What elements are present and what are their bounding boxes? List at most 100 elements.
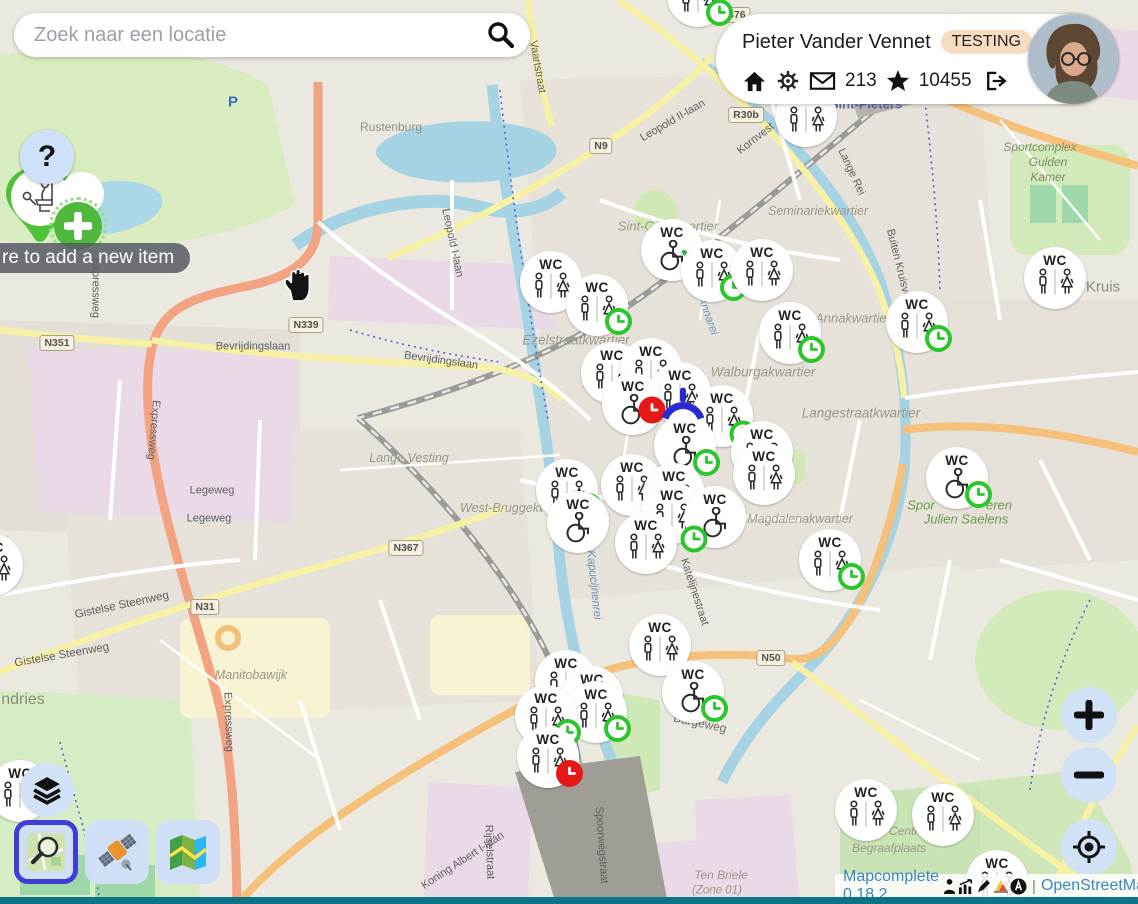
opening-hours-badge (604, 715, 631, 742)
marker-label: WC (620, 461, 644, 475)
hand-cursor-icon (281, 266, 313, 307)
chart-icon[interactable] (958, 878, 975, 895)
marker-label: WC (668, 369, 692, 383)
map-marker-toilet-wheelchair[interactable]: WC (926, 447, 988, 509)
map-marker-toilet[interactable]: WC (733, 443, 795, 505)
marker-label: WC (700, 247, 724, 261)
map-marker-toilet[interactable]: WC (886, 291, 948, 353)
plus-zoom-icon (1074, 700, 1104, 730)
mail-icon[interactable] (809, 70, 836, 92)
marker-label: WC (648, 621, 672, 635)
map-marker-toilet-wheelchair[interactable]: WC (662, 661, 724, 723)
marker-label: WC (554, 657, 578, 671)
clock-hands-icon (611, 314, 626, 329)
marker-label: WC (703, 493, 727, 507)
minus-zoom-icon (1074, 760, 1104, 790)
user-panel[interactable]: Pieter Vander Vennet TESTING 213 (716, 14, 1118, 104)
marker-label: WC (660, 489, 684, 503)
opening-hours-badge (605, 308, 632, 335)
logout-icon[interactable] (981, 68, 1008, 94)
user-stats-icon[interactable] (942, 878, 957, 895)
map-marker-toilet[interactable]: WC (517, 726, 579, 788)
openstreetmap-link[interactable]: OpenStreetMap (1041, 877, 1138, 895)
layers-button[interactable] (20, 763, 74, 817)
marker-label: WC (584, 688, 608, 702)
map-marker-toilet[interactable]: WC (667, 0, 729, 27)
style-satellite-button[interactable] (85, 820, 149, 884)
map-marker-toilet-wheelchair[interactable]: WC (547, 491, 609, 553)
map-marker-toilet[interactable]: WC (1024, 247, 1086, 309)
marker-label: WC (536, 733, 560, 747)
style-osm-button[interactable] (14, 820, 78, 884)
search-input[interactable] (32, 23, 486, 48)
map-markers-layer: WC WCWC WC WCWCWC WCWC WC WCWCWCWC WCWC … (0, 0, 1138, 904)
marker-label: WC (905, 298, 929, 312)
opening-hours-badge (681, 526, 708, 553)
marker-label: WC (534, 692, 558, 706)
folded-map-icon (166, 832, 210, 872)
add-item-tooltip: re to add a new item (0, 243, 190, 273)
pencil-icon[interactable] (976, 878, 992, 894)
map-marker-toilet[interactable]: WC (835, 779, 897, 841)
map-marker-toilet[interactable]: WC (0, 534, 23, 596)
marker-label: WC (945, 454, 969, 468)
clock-hands-icon (804, 342, 819, 357)
style-paper-map-button[interactable] (156, 820, 220, 884)
marker-label: WC (750, 428, 774, 442)
crosshair-icon (1072, 830, 1106, 864)
clock-hands-icon (687, 532, 702, 547)
marker-label: WC (621, 380, 645, 394)
map-marker-toilet[interactable]: WC (799, 529, 861, 591)
clock-hands-icon (707, 701, 722, 716)
opening-hours-badge (701, 695, 728, 722)
clock-hands-icon (645, 403, 660, 418)
search-icon[interactable] (486, 20, 516, 50)
layers-colored-icon[interactable] (993, 878, 1009, 894)
opening-hours-badge (798, 336, 825, 363)
clock-hands-icon (971, 487, 986, 502)
message-count: 213 (845, 70, 877, 92)
blue-arc-marker[interactable] (659, 387, 707, 428)
user-avatar[interactable] (1028, 14, 1118, 104)
marker-label: WC (681, 668, 705, 682)
clock-hands-icon (699, 455, 714, 470)
geolocate-button[interactable] (1061, 819, 1117, 875)
gear-icon[interactable] (776, 69, 800, 93)
layers-icon (32, 775, 62, 805)
star-icon (886, 69, 910, 93)
clock-hands-icon (931, 331, 946, 346)
attribution-icons (942, 878, 1027, 895)
opening-hours-badge (706, 0, 733, 26)
marker-label: WC (634, 519, 658, 533)
home-icon[interactable] (742, 69, 767, 94)
map-marker-toilet[interactable]: WC (566, 274, 628, 336)
attribution-bar: Mapcomplete 0.18.2 | O (835, 874, 1138, 898)
opening-hours-badge (965, 481, 992, 508)
help-label: ? (38, 140, 56, 174)
zoom-in-button[interactable] (1061, 687, 1117, 743)
mapcomplete-app: Brugge-Sint-PietersRustenburgSint-Gillis… (0, 0, 1138, 904)
help-button[interactable]: ? (20, 130, 74, 184)
clock-hands-icon (610, 721, 625, 736)
marker-label: WC (566, 498, 590, 512)
osm-map-magnifier-icon (25, 831, 67, 873)
marker-label: WC (752, 450, 776, 464)
map-marker-toilet[interactable]: WC (759, 302, 821, 364)
community-icon[interactable] (1010, 878, 1027, 895)
basemap-style-bar (14, 820, 220, 884)
map-marker-toilet[interactable]: WC (615, 512, 677, 574)
map-marker-toilet[interactable]: WC (731, 239, 793, 301)
marker-label: WC (1043, 254, 1067, 268)
marker-label: WC (778, 309, 802, 323)
marker-label: WC (585, 281, 609, 295)
opening-hours-closed-badge (556, 760, 583, 787)
clock-hands-icon (712, 5, 727, 20)
zoom-out-button[interactable] (1061, 747, 1117, 803)
opening-hours-badge (925, 325, 952, 352)
map-marker-toilet[interactable]: WC (912, 784, 974, 846)
marker-label: WC (854, 786, 878, 800)
marker-label: WC (639, 345, 663, 359)
location-search-bar[interactable] (14, 13, 530, 57)
marker-label: WC (660, 226, 684, 240)
opening-hours-badge (838, 563, 865, 590)
